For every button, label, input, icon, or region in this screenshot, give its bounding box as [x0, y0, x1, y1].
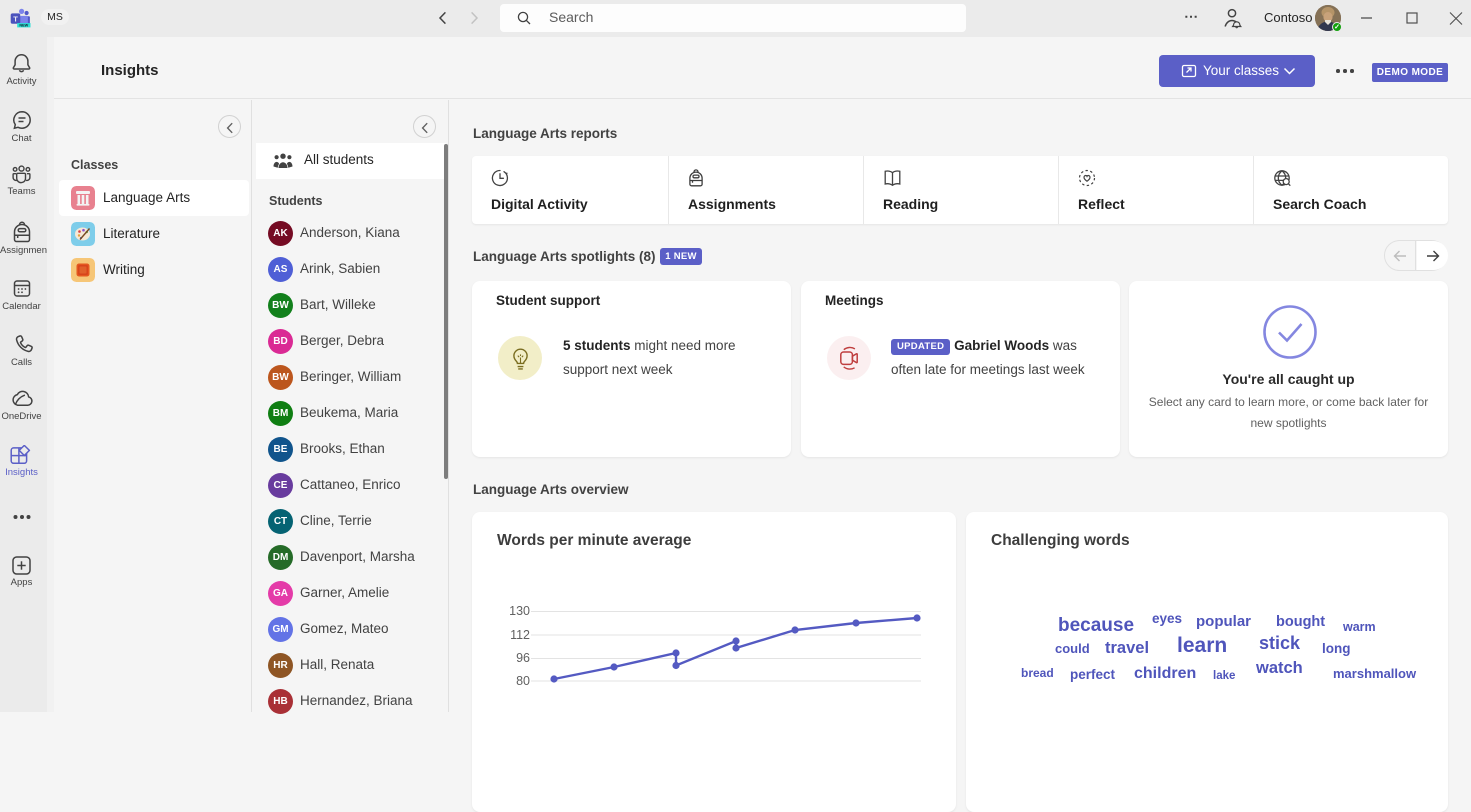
svg-text:80: 80 [516, 674, 530, 688]
svg-text:NEW: NEW [19, 24, 28, 28]
svg-text:112: 112 [510, 628, 530, 642]
svg-text:T: T [13, 15, 18, 24]
svg-text:96: 96 [516, 651, 530, 665]
svg-text:130: 130 [509, 604, 530, 618]
